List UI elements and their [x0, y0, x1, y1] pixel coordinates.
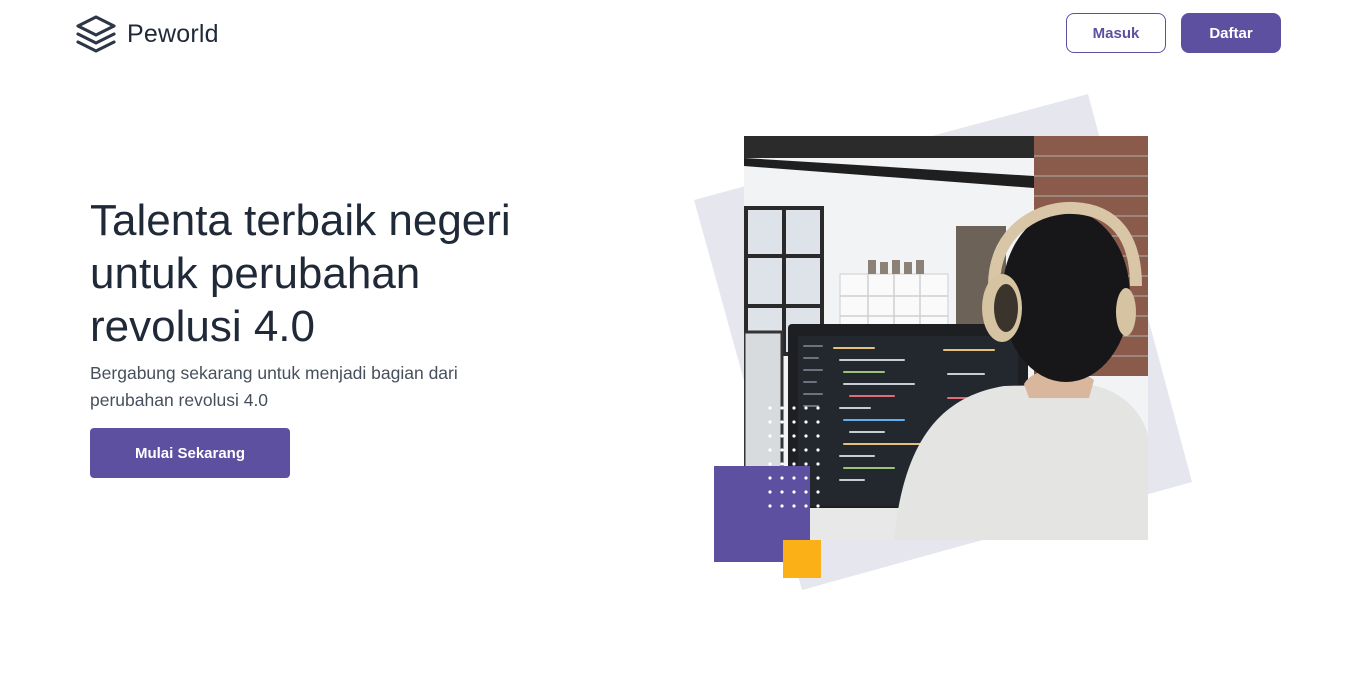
start-now-button[interactable]: Mulai Sekarang — [90, 428, 290, 478]
brand-name: Peworld — [127, 19, 219, 48]
brand-logo[interactable]: Peworld — [75, 14, 219, 54]
login-button[interactable]: Masuk — [1066, 13, 1166, 53]
layers-stack-icon — [76, 15, 116, 53]
hero-subtitle: Bergabung sekarang untuk menjadi bagian … — [90, 363, 458, 410]
navbar: Peworld Masuk Daftar — [0, 0, 1350, 68]
hero-illustration — [690, 90, 1200, 590]
dot-pattern — [768, 406, 820, 508]
hero-title: Talenta terbaik negeri untuk perubahan r… — [90, 196, 511, 351]
register-button[interactable]: Daftar — [1181, 13, 1281, 53]
decorative-yellow-square — [783, 540, 821, 578]
